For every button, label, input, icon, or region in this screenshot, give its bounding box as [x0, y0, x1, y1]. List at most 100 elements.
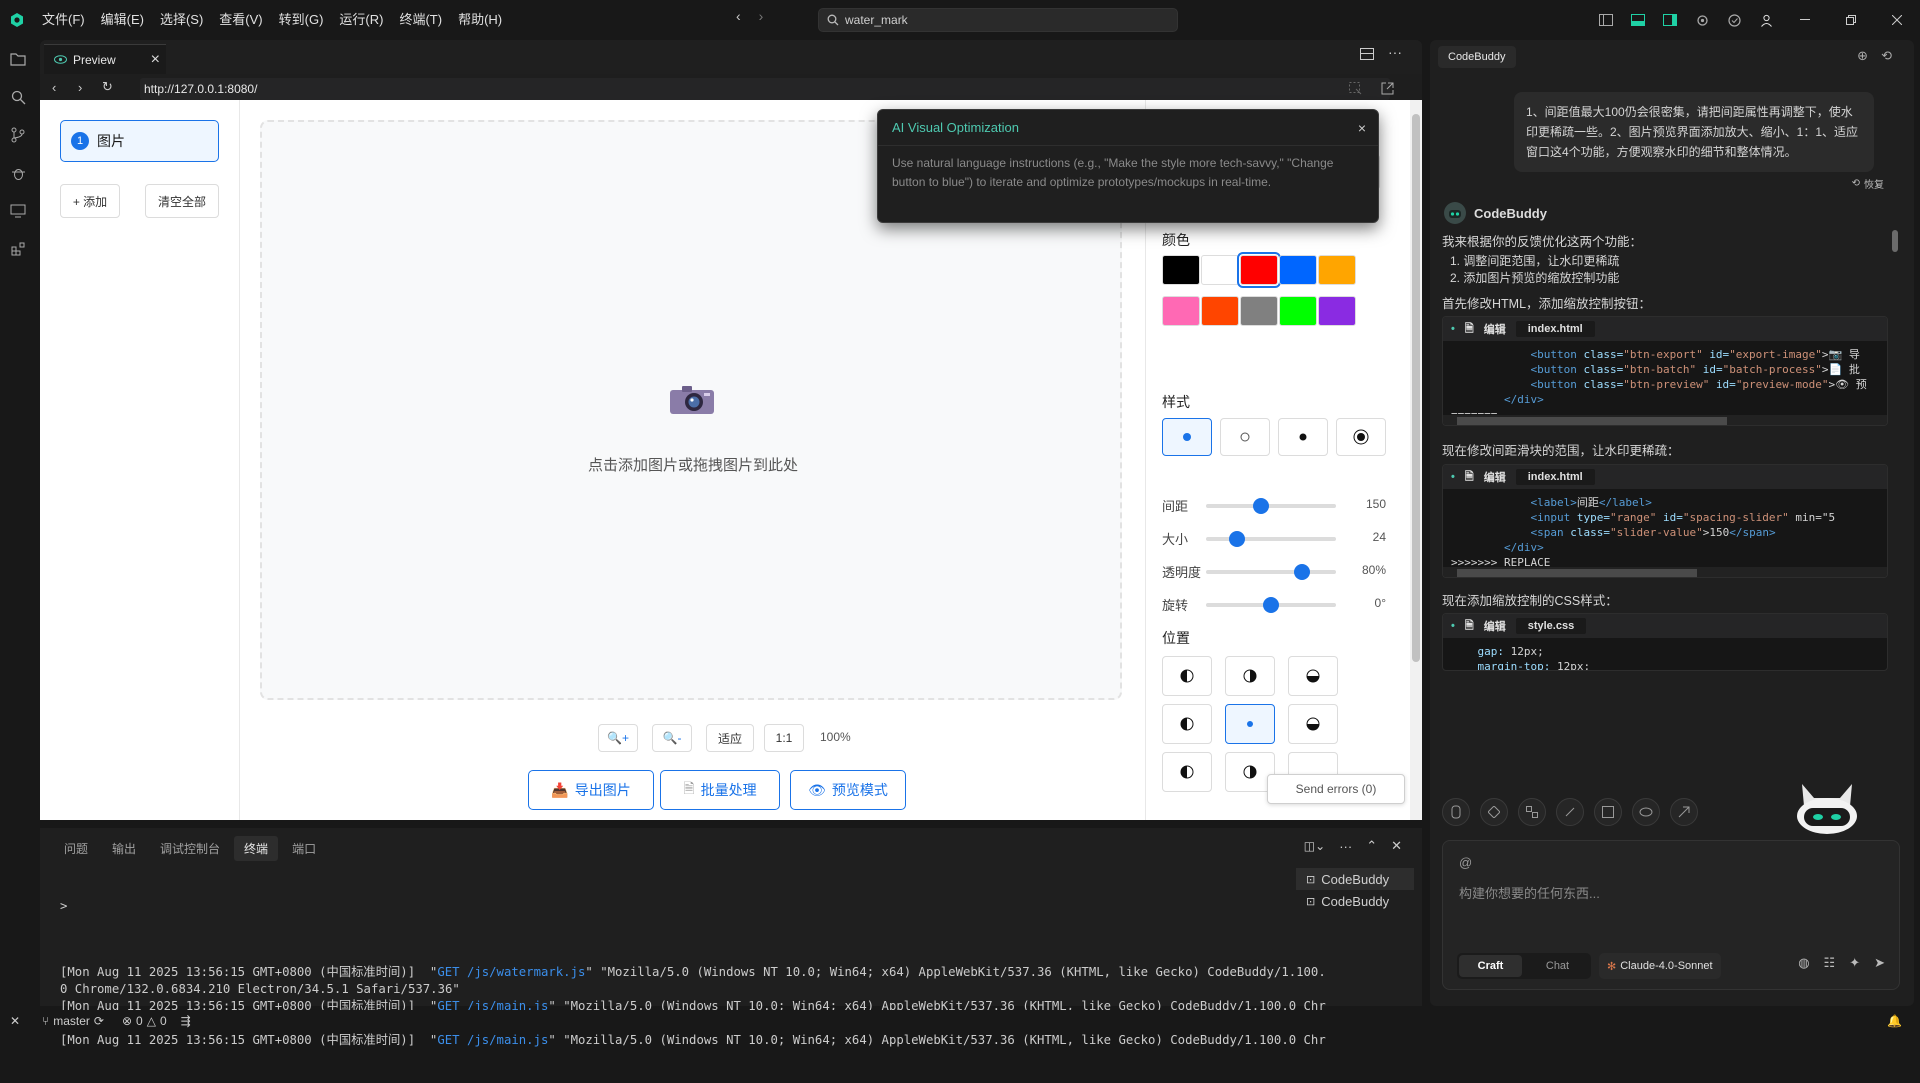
- account-icon[interactable]: [1750, 0, 1782, 40]
- shield-icon[interactable]: [1718, 0, 1750, 40]
- panel-tab[interactable]: 端口: [282, 836, 326, 861]
- color-swatch[interactable]: [1240, 296, 1278, 326]
- color-swatch[interactable]: [1201, 255, 1239, 285]
- branch-item[interactable]: ⑂ master ⟳: [42, 1014, 104, 1028]
- slider-track[interactable]: [1206, 537, 1336, 541]
- deploy-icon[interactable]: [1670, 798, 1698, 826]
- notifications-icon[interactable]: 🔔: [1887, 1014, 1902, 1028]
- command-search-input[interactable]: water_mark: [818, 8, 1178, 32]
- menu-item[interactable]: 选择(S): [152, 0, 211, 40]
- position-option[interactable]: [1162, 752, 1212, 792]
- toggle-panel-icon[interactable]: [1622, 0, 1654, 40]
- extensions-icon[interactable]: [0, 230, 36, 268]
- menu-item[interactable]: 编辑(E): [93, 0, 152, 40]
- forward-arrow-icon[interactable]: ›: [759, 8, 764, 24]
- add-image-button[interactable]: + 添加: [60, 184, 120, 218]
- menu-item[interactable]: 终端(T): [391, 0, 450, 40]
- model-selector[interactable]: ✻ Claude-4.0-Sonnet: [1599, 953, 1721, 979]
- split-editor-icon[interactable]: [1360, 48, 1374, 60]
- close-window-icon[interactable]: [1874, 0, 1920, 40]
- debug-icon[interactable]: [0, 154, 36, 192]
- browser-back-icon[interactable]: ‹: [52, 80, 56, 95]
- mode-craft[interactable]: Craft: [1459, 955, 1522, 977]
- menu-item[interactable]: 运行(R): [331, 0, 391, 40]
- close-panel-icon[interactable]: ✕: [1391, 838, 1402, 854]
- color-swatch[interactable]: [1318, 296, 1356, 326]
- component-icon[interactable]: [1480, 798, 1508, 826]
- code-scroll-thumb[interactable]: [1457, 569, 1697, 577]
- zoom-out-button[interactable]: 🔍-: [652, 724, 692, 752]
- preview-mode-button[interactable]: 👁 预览模式: [790, 770, 906, 810]
- mode-chat[interactable]: Chat: [1526, 955, 1589, 977]
- position-option[interactable]: [1225, 656, 1275, 696]
- chat-input-box[interactable]: @ 构建你想要的任何东西... Craft Chat ✻ Claude-4.0-…: [1442, 840, 1900, 990]
- slider-track[interactable]: [1206, 570, 1336, 574]
- batch-process-button[interactable]: 🗎 批量处理: [660, 770, 780, 810]
- fit-window-button[interactable]: 适应: [706, 724, 754, 752]
- terminal-item[interactable]: ⊡ CodeBuddy: [1296, 890, 1414, 912]
- file-name[interactable]: index.html: [1515, 469, 1595, 485]
- chat-scrollbar-thumb[interactable]: [1892, 230, 1898, 252]
- actual-size-button[interactable]: 1:1: [764, 724, 804, 752]
- position-option[interactable]: [1162, 656, 1212, 696]
- color-swatch[interactable]: [1318, 255, 1356, 285]
- slider-knob[interactable]: [1252, 498, 1269, 514]
- file-name[interactable]: index.html: [1515, 321, 1595, 337]
- image-item[interactable]: 1 图片: [60, 120, 219, 162]
- color-swatch[interactable]: [1162, 296, 1200, 326]
- clear-all-button[interactable]: 清空全部: [145, 184, 219, 218]
- menu-item[interactable]: 文件(F): [34, 0, 93, 40]
- menu-item[interactable]: 转到(G): [271, 0, 332, 40]
- history-icon[interactable]: ⟲: [1881, 48, 1892, 64]
- maximize-icon[interactable]: [1828, 0, 1874, 40]
- back-arrow-icon[interactable]: ‹: [736, 8, 741, 24]
- toggle-primary-sidebar-icon[interactable]: [1590, 0, 1622, 40]
- split-terminal-icon[interactable]: ◫⌄: [1304, 839, 1325, 853]
- position-option[interactable]: [1288, 656, 1338, 696]
- panel-tab[interactable]: 调试控制台: [150, 836, 230, 861]
- remote-icon[interactable]: ✕: [0, 1014, 30, 1028]
- image-icon[interactable]: [1594, 798, 1622, 826]
- code-scrollbar[interactable]: [1443, 567, 1887, 577]
- slider-track[interactable]: [1206, 504, 1336, 508]
- panel-tab[interactable]: 输出: [102, 836, 146, 861]
- position-option[interactable]: [1162, 704, 1212, 744]
- position-option[interactable]: [1225, 704, 1275, 744]
- style-option-dot[interactable]: [1162, 418, 1212, 456]
- slider-knob[interactable]: [1229, 531, 1246, 547]
- broadcast-icon[interactable]: ⇶: [181, 1014, 191, 1028]
- new-chat-icon[interactable]: ⊕: [1857, 48, 1868, 64]
- zoom-in-button[interactable]: 🔍+: [598, 724, 638, 752]
- scrollbar-thumb[interactable]: [1412, 114, 1420, 662]
- browser-forward-icon[interactable]: ›: [78, 80, 82, 95]
- list-icon[interactable]: ☷: [1824, 955, 1836, 971]
- send-icon[interactable]: ➤: [1874, 955, 1885, 971]
- color-swatch[interactable]: [1279, 296, 1317, 326]
- chat-input-placeholder[interactable]: 构建你想要的任何东西...: [1459, 883, 1600, 902]
- remote-explorer-icon[interactable]: [0, 192, 36, 230]
- link-icon[interactable]: [1556, 798, 1584, 826]
- search-icon[interactable]: [0, 78, 36, 116]
- sparkle-icon[interactable]: ✦: [1849, 955, 1860, 971]
- menu-item[interactable]: 查看(V): [211, 0, 270, 40]
- style-option-ring[interactable]: [1220, 418, 1270, 456]
- slider-knob[interactable]: [1263, 597, 1279, 613]
- color-swatch[interactable]: [1279, 255, 1317, 285]
- mention-icon[interactable]: @: [1459, 855, 1472, 870]
- problems-item[interactable]: ⊗ 0 △ 0: [122, 1014, 167, 1028]
- panel-tab[interactable]: 终端: [234, 836, 279, 861]
- export-image-button[interactable]: 📥 导出图片: [528, 770, 654, 810]
- send-errors-button[interactable]: Send errors (0): [1267, 774, 1405, 804]
- blocks-icon[interactable]: [1518, 798, 1546, 826]
- color-swatch[interactable]: [1237, 252, 1281, 288]
- close-icon[interactable]: ×: [1358, 120, 1366, 136]
- figma-icon[interactable]: [1442, 798, 1470, 826]
- reload-icon[interactable]: ↻: [102, 79, 113, 95]
- terminal-item[interactable]: ⊡ CodeBuddy: [1296, 868, 1414, 890]
- eye-icon[interactable]: [1632, 798, 1660, 826]
- maximize-panel-icon[interactable]: ⌃: [1366, 838, 1377, 854]
- restore-button[interactable]: ⟲ 恢复: [1852, 176, 1884, 191]
- terminal-output[interactable]: > [Mon Aug 11 2025 13:56:15 GMT+0800 (中国…: [60, 864, 1326, 1047]
- code-scrollbar[interactable]: [1443, 415, 1887, 425]
- toggle-secondary-sidebar-icon[interactable]: [1654, 0, 1686, 40]
